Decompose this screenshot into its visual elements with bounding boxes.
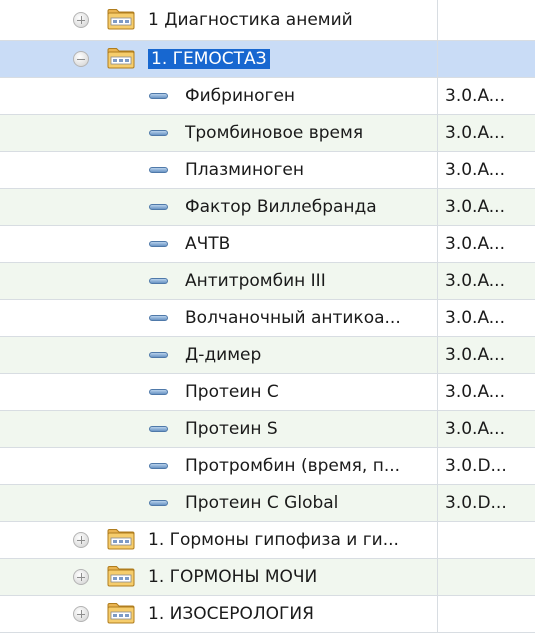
tree-group-row[interactable]: 1. ИЗОСЕРОЛОГИЯ [0,596,535,633]
column-divider [437,485,438,521]
test-item-icon [149,278,168,284]
selected-label-highlight[interactable]: 1. ГЕМОСТАЗ [148,49,270,69]
test-item-icon [149,93,168,99]
tree-group-label[interactable]: 1. ИЗОСЕРОЛОГИЯ [148,604,314,624]
tree-group-row[interactable]: 1. ГОРМОНЫ МОЧИ [0,559,535,596]
column-divider [437,263,438,299]
column-divider [437,337,438,373]
tree-group-row[interactable]: 1. Гормоны гипофиза и ги... [0,522,535,559]
tree-item-row[interactable]: Протеин С 3.0.A... [0,374,535,411]
code-cell[interactable]: 3.0.A... [445,345,505,365]
test-item-icon [149,500,168,506]
test-item-icon [149,426,168,432]
code-cell[interactable]: 3.0.A... [445,419,505,439]
column-divider [437,41,438,77]
tree-item-label[interactable]: Тромбиновое время [185,123,363,143]
plus-expander-icon[interactable] [73,12,89,28]
plus-expander-icon[interactable] [73,606,89,622]
test-item-icon [149,241,168,247]
code-cell[interactable]: 3.0.A... [445,308,505,328]
tree-group-row[interactable]: 1 Диагностика анемий [0,0,535,41]
tree-item-label[interactable]: Протеин S [185,419,278,439]
folder-icon [107,528,135,550]
tree-item-label[interactable]: Плазминоген [185,160,304,180]
tree-item-row[interactable]: Протеин С Global 3.0.D... [0,485,535,522]
tree-item-row[interactable]: Протеин S 3.0.A... [0,411,535,448]
folder-icon [107,602,135,624]
tree-item-row[interactable]: Плазминоген 3.0.A... [0,152,535,189]
code-cell[interactable]: 3.0.A... [445,123,505,143]
tree-item-row[interactable]: Тромбиновое время 3.0.A... [0,115,535,152]
test-item-icon [149,130,168,136]
folder-icon [107,565,135,587]
minus-expander-icon[interactable] [73,51,89,67]
tree-item-row[interactable]: Волчаночный антикоа... 3.0.A... [0,300,535,337]
column-divider [437,559,438,595]
code-cell[interactable]: 3.0.A... [445,234,505,254]
test-item-icon [149,315,168,321]
code-cell[interactable]: 3.0.D... [445,493,507,513]
column-divider [437,0,438,40]
test-item-icon [149,204,168,210]
column-divider [437,78,438,114]
code-cell[interactable]: 3.0.A... [445,160,505,180]
column-divider [437,300,438,336]
tree-item-label[interactable]: Протеин С [185,382,279,402]
test-item-icon [149,352,168,358]
tree-item-label[interactable]: Фибриноген [185,86,295,106]
tree-item-label[interactable]: Волчаночный антикоа... [185,308,401,328]
tree-item-row[interactable]: Д-димер 3.0.A... [0,337,535,374]
column-divider [437,448,438,484]
column-divider [437,115,438,151]
code-cell[interactable]: 3.0.A... [445,86,505,106]
folder-icon [107,8,135,30]
tree-item-label[interactable]: Д-димер [185,345,261,365]
tree-view[interactable]: 1 Диагностика анемий 1. ГЕМОСТАЗ Фибриноге… [0,0,535,633]
tree-item-label[interactable]: Протеин С Global [185,493,338,513]
tree-item-row[interactable]: Фибриноген 3.0.A... [0,78,535,115]
tree-group-row[interactable]: 1. ГЕМОСТАЗ [0,41,535,78]
folder-icon [107,47,135,69]
column-divider [437,189,438,225]
tree-item-row[interactable]: Протромбин (время, п... 3.0.D... [0,448,535,485]
code-cell[interactable]: 3.0.A... [445,197,505,217]
column-divider [437,226,438,262]
column-divider [437,374,438,410]
tree-item-label[interactable]: Антитромбин III [185,271,326,291]
test-item-icon [149,463,168,469]
tree-group-label[interactable]: 1. Гормоны гипофиза и ги... [148,530,399,550]
tree-item-row[interactable]: Антитромбин III 3.0.A... [0,263,535,300]
code-cell[interactable]: 3.0.A... [445,382,505,402]
tree-group-label[interactable]: 1. ГЕМОСТАЗ [148,49,270,69]
column-divider [437,522,438,558]
code-cell[interactable]: 3.0.D... [445,456,507,476]
column-divider [437,152,438,188]
plus-expander-icon[interactable] [73,532,89,548]
tree-item-row[interactable]: АЧТВ 3.0.A... [0,226,535,263]
tree-group-label[interactable]: 1. ГОРМОНЫ МОЧИ [148,567,317,587]
tree-item-label[interactable]: Фактор Виллебранда [185,197,377,217]
tree-item-label[interactable]: АЧТВ [185,234,230,254]
column-divider [437,596,438,632]
tree-item-label[interactable]: Протромбин (время, п... [185,456,400,476]
tree-group-label[interactable]: 1 Диагностика анемий [148,10,353,30]
plus-expander-icon[interactable] [73,569,89,585]
tree-item-row[interactable]: Фактор Виллебранда 3.0.A... [0,189,535,226]
column-divider [437,411,438,447]
code-cell[interactable]: 3.0.A... [445,271,505,291]
test-item-icon [149,389,168,395]
test-item-icon [149,167,168,173]
